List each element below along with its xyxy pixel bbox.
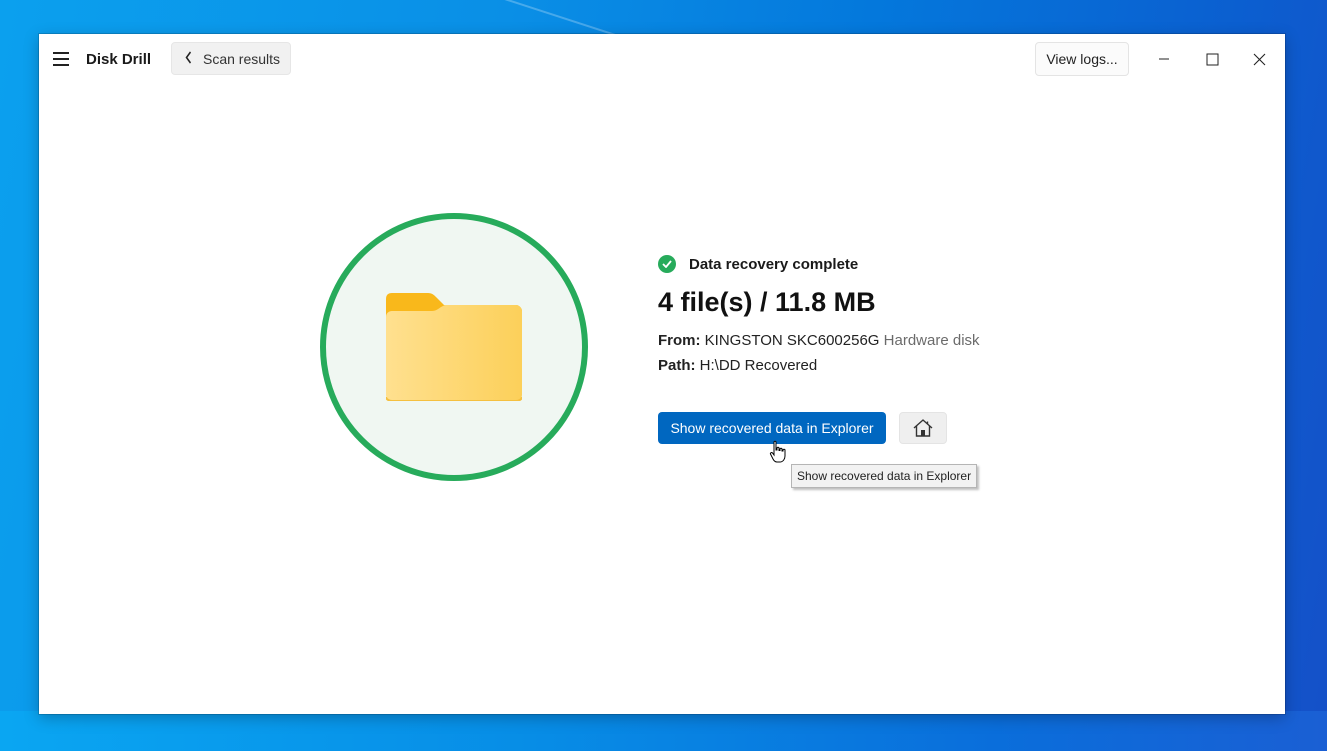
recovery-summary: Data recovery complete 4 file(s) / 11.8 … (658, 252, 980, 444)
source-info: From: KINGSTON SKC600256G Hardware disk (658, 332, 980, 349)
view-logs-button[interactable]: View logs... (1035, 42, 1129, 76)
check-circle-icon (658, 255, 676, 273)
minimize-icon (1159, 58, 1169, 60)
app-window: Disk Drill Scan results View logs... Dat… (39, 34, 1285, 714)
path-info: Path: H:\DD Recovered (658, 357, 980, 374)
home-icon (913, 419, 933, 437)
action-buttons: Show recovered data in Explorer (658, 412, 947, 444)
path-label: Path: (658, 357, 696, 374)
home-button[interactable] (899, 412, 947, 444)
close-button[interactable] (1239, 42, 1279, 76)
maximize-button[interactable] (1192, 42, 1232, 76)
app-title: Disk Drill (86, 51, 152, 68)
menu-icon[interactable] (53, 52, 69, 66)
title-bar: Disk Drill Scan results View logs... (39, 34, 1285, 86)
desktop-wallpaper (0, 711, 1327, 751)
from-label: From: (658, 332, 701, 349)
back-button-label: Scan results (203, 50, 281, 67)
status-row: Data recovery complete (658, 252, 980, 276)
back-to-scan-results-button[interactable]: Scan results (171, 42, 291, 75)
path-value: H:\DD Recovered (699, 357, 818, 374)
recovered-summary: 4 file(s) / 11.8 MB (658, 287, 876, 317)
status-text: Data recovery complete (689, 255, 859, 273)
maximize-icon (1206, 53, 1218, 65)
minimize-button[interactable] (1144, 42, 1184, 76)
tooltip: Show recovered data in Explorer (791, 464, 978, 488)
from-type: Hardware disk (883, 332, 980, 349)
chevron-left-icon (185, 50, 192, 67)
hand-cursor-icon (769, 440, 786, 463)
close-icon (1253, 53, 1265, 65)
folder-icon (386, 293, 522, 401)
from-value: KINGSTON SKC600256G (704, 332, 880, 349)
recovery-illustration (320, 213, 588, 481)
